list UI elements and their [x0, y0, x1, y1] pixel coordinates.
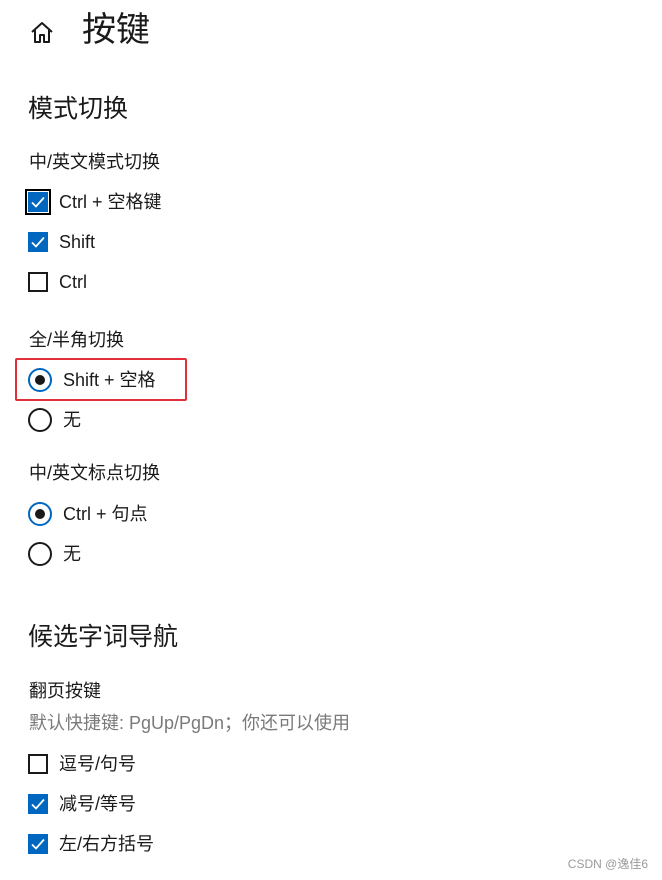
radio-label: Shift + 空格 — [63, 370, 156, 390]
checkmark-icon — [31, 838, 45, 850]
watermark: CSDN @逸佳6 — [567, 857, 648, 871]
radio-shift-space[interactable]: Shift + 空格 — [28, 367, 156, 393]
section-heading-mode-switch: 模式切换 — [28, 95, 129, 123]
radio-label: 无 — [63, 410, 81, 430]
checkbox-box[interactable] — [28, 232, 48, 252]
checkbox-label: Shift — [59, 232, 96, 252]
group-label-full-half: 全/半角切换 — [29, 330, 125, 350]
checkbox-label: 逗号/句号 — [59, 754, 137, 774]
checkbox-ctrl-space[interactable]: Ctrl + 空格键 — [25, 189, 162, 215]
radio-none-full-half[interactable]: 无 — [28, 407, 81, 433]
radio-none-punct[interactable]: 无 — [28, 541, 81, 567]
checkbox-label: Ctrl — [59, 272, 87, 292]
radio-label: 无 — [63, 544, 81, 564]
checkbox-label: 左/右方括号 — [59, 834, 155, 854]
checkbox-shift[interactable]: Shift — [28, 229, 95, 255]
radio-button[interactable] — [28, 368, 52, 392]
checkbox-box[interactable] — [28, 834, 48, 854]
radio-button[interactable] — [28, 542, 52, 566]
checkbox-box[interactable] — [28, 272, 48, 292]
checkmark-icon — [31, 798, 45, 810]
checkbox-brackets[interactable]: 左/右方括号 — [28, 831, 154, 857]
group-label-paging: 翻页按键 — [29, 681, 101, 701]
radio-button[interactable] — [28, 502, 52, 526]
checkbox-box[interactable] — [25, 189, 51, 215]
checkbox-box[interactable] — [28, 754, 48, 774]
paging-hint: 默认快捷键: PgUp/PgDn；你还可以使用 — [29, 713, 351, 733]
radio-button[interactable] — [28, 408, 52, 432]
group-label-punct: 中/英文标点切换 — [29, 463, 161, 483]
group-label-cn-en-mode: 中/英文模式切换 — [29, 152, 161, 172]
checkbox-label: Ctrl + 空格键 — [59, 192, 162, 212]
section-heading-candidate: 候选字词导航 — [28, 623, 179, 651]
checkbox-minus-equal[interactable]: 减号/等号 — [28, 791, 136, 817]
checkbox-box[interactable] — [28, 794, 48, 814]
checkbox-comma-period[interactable]: 逗号/句号 — [28, 751, 136, 777]
checkmark-icon — [31, 236, 45, 248]
checkmark-icon — [31, 196, 45, 208]
page-title: 按键 — [82, 11, 150, 49]
radio-label: Ctrl + 句点 — [63, 504, 148, 524]
radio-ctrl-period[interactable]: Ctrl + 句点 — [28, 501, 148, 527]
home-icon[interactable] — [28, 19, 56, 45]
checkbox-label: 减号/等号 — [59, 794, 137, 814]
checkbox-ctrl[interactable]: Ctrl — [28, 269, 87, 295]
